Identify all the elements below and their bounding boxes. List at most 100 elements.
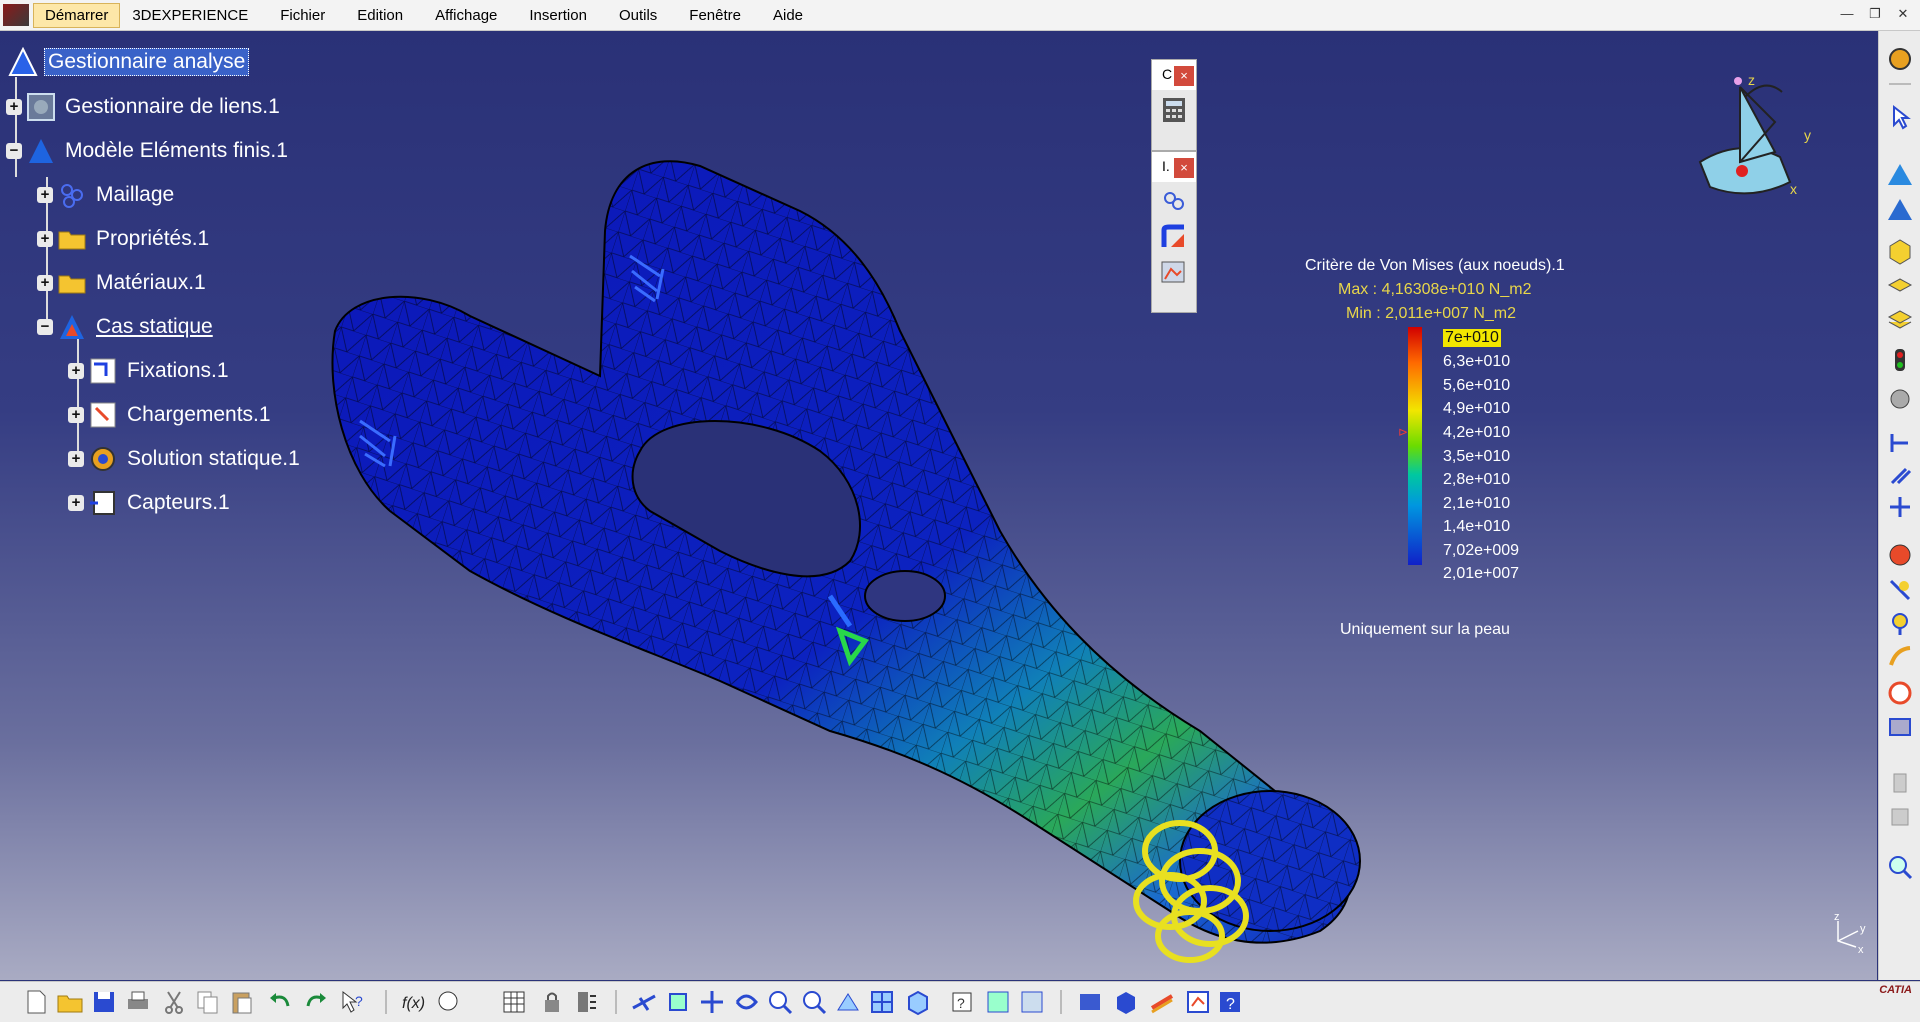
close-icon[interactable]: × (1174, 66, 1194, 86)
cut-icon[interactable] (160, 988, 188, 1016)
workbench-icon[interactable] (1886, 45, 1914, 73)
material-icon[interactable] (1886, 305, 1914, 333)
expand-toggle[interactable]: + (37, 187, 53, 203)
menu-edition[interactable]: Edition (345, 3, 415, 28)
surface-slider-icon[interactable] (1886, 461, 1914, 489)
save-icon[interactable] (90, 988, 118, 1016)
minimize-button[interactable]: — (1836, 4, 1858, 24)
deformation-icon[interactable] (1159, 222, 1189, 252)
toolbar-header[interactable]: I. × (1152, 152, 1196, 182)
expand-toggle[interactable]: + (68, 363, 84, 379)
tree-node-materials[interactable]: + Matériaux.1 (37, 268, 209, 298)
tree-node-restraints[interactable]: + Fixations.1 (68, 356, 232, 386)
shell-property-icon[interactable] (1886, 271, 1914, 299)
undo-icon[interactable] (266, 988, 294, 1016)
clamp-icon[interactable] (1886, 429, 1914, 457)
compute-icon[interactable] (1076, 988, 1104, 1016)
tree-node-properties[interactable]: + Propriétés.1 (37, 224, 212, 254)
menu-insertion[interactable]: Insertion (517, 3, 599, 28)
tree-node-fe-model[interactable]: − Modèle Eléments finis.1 (6, 136, 291, 166)
pressure-icon[interactable] (1886, 541, 1914, 569)
tree-node-loads[interactable]: + Chargements.1 (68, 400, 274, 430)
expand-toggle[interactable]: + (68, 407, 84, 423)
tree-node-sensors[interactable]: + Capteurs.1 (68, 488, 233, 518)
sensor-tool-icon[interactable] (1886, 769, 1914, 797)
tree-node-links-manager[interactable]: + Gestionnaire de liens.1 (6, 92, 283, 122)
lock-icon[interactable] (538, 988, 566, 1016)
print-icon[interactable] (124, 988, 152, 1016)
expand-toggle[interactable]: + (6, 99, 22, 115)
moment-icon[interactable] (1886, 609, 1914, 637)
open-folder-icon[interactable] (56, 988, 84, 1016)
results-icon[interactable] (1148, 988, 1176, 1016)
menu-aide[interactable]: Aide (761, 3, 815, 28)
menu-fichier[interactable]: Fichier (268, 3, 337, 28)
formula-icon[interactable]: f(x) (400, 988, 428, 1016)
collapse-toggle[interactable]: − (37, 319, 53, 335)
enforced-displacement-icon[interactable] (1886, 713, 1914, 741)
shading-icon[interactable] (1018, 988, 1046, 1016)
zoom-analysis-icon[interactable] (1886, 853, 1914, 881)
menu-3dexperience[interactable]: 3DEXPERIENCE (120, 3, 260, 28)
expand-toggle[interactable]: + (68, 451, 84, 467)
close-button[interactable]: ✕ (1892, 4, 1914, 24)
fit-all-icon[interactable] (664, 988, 692, 1016)
swap-visible-icon[interactable] (984, 988, 1012, 1016)
cube-blue-icon[interactable] (1112, 988, 1140, 1016)
expand-toggle[interactable]: + (37, 231, 53, 247)
3d-viewport[interactable]: Gestionnaire analyse + Gestionnaire de l… (0, 31, 1877, 980)
hide-show-icon[interactable]: ? (948, 988, 976, 1016)
mesh-part-icon[interactable] (1886, 161, 1914, 189)
bearing-load-icon[interactable] (1886, 643, 1914, 671)
close-icon[interactable]: × (1174, 158, 1194, 178)
tree-node-static-case[interactable]: − Cas statique (37, 312, 216, 342)
tree-node-analysis-manager[interactable]: Gestionnaire analyse (8, 46, 250, 77)
image-tool-icon[interactable] (1886, 803, 1914, 831)
calculator-icon[interactable] (1159, 95, 1189, 125)
pan-icon[interactable] (698, 988, 726, 1016)
menu-outils[interactable]: Outils (607, 3, 669, 28)
iso-view-icon[interactable] (904, 988, 932, 1016)
menu-affichage[interactable]: Affichage (423, 3, 509, 28)
copy-icon[interactable] (194, 988, 222, 1016)
advanced-restraint-icon[interactable] (1886, 493, 1914, 521)
zoom-out-icon[interactable] (800, 988, 828, 1016)
force-density-icon[interactable] (1886, 679, 1914, 707)
table-icon[interactable] (500, 988, 528, 1016)
compass-widget[interactable]: z y x (1690, 67, 1820, 207)
solid-property-icon[interactable] (1886, 237, 1914, 265)
fly-mode-icon[interactable] (630, 988, 658, 1016)
zoom-in-icon[interactable] (766, 988, 794, 1016)
redo-icon[interactable] (302, 988, 330, 1016)
new-file-icon[interactable] (22, 988, 50, 1016)
expand-toggle[interactable]: + (68, 495, 84, 511)
paste-icon[interactable] (228, 988, 256, 1016)
mesh-part-2-icon[interactable] (1886, 196, 1914, 224)
virtual-part-icon[interactable] (1886, 346, 1914, 374)
floating-toolbar-2[interactable]: I. × (1151, 151, 1197, 313)
distributed-force-icon[interactable] (1886, 576, 1914, 604)
image-display-icon[interactable] (1159, 257, 1189, 287)
select-icon[interactable] (1886, 103, 1914, 131)
app-logo-icon[interactable] (3, 4, 29, 26)
restore-button[interactable]: ❐ (1864, 4, 1886, 24)
tree-node-static-solution[interactable]: + Solution statique.1 (68, 444, 303, 474)
whats-this-icon[interactable]: ? (338, 988, 366, 1016)
normal-view-icon[interactable] (834, 988, 862, 1016)
toolbar-header[interactable]: C × (1152, 60, 1196, 90)
rotate-icon[interactable] (732, 988, 760, 1016)
help-icon[interactable]: ? (1216, 988, 1244, 1016)
multi-view-icon[interactable] (868, 988, 896, 1016)
floating-toolbar-1[interactable]: C × (1151, 59, 1197, 151)
collapse-toggle[interactable]: − (6, 143, 22, 159)
menu-fenetre[interactable]: Fenêtre (677, 3, 753, 28)
menu-demarrer[interactable]: Démarrer (33, 2, 121, 28)
expand-toggle[interactable]: + (37, 275, 53, 291)
von-mises-legend[interactable]: Critère de Von Mises (aux noeuds).1 Max … (1290, 257, 1620, 657)
tree-node-mesh[interactable]: + Maillage (37, 180, 177, 210)
catalog-icon[interactable] (572, 988, 600, 1016)
report-icon[interactable] (1184, 988, 1212, 1016)
sphere-icon[interactable] (1886, 385, 1914, 413)
mesh-tool-icon[interactable] (1159, 187, 1189, 217)
knowledge-icon[interactable] (434, 988, 462, 1016)
